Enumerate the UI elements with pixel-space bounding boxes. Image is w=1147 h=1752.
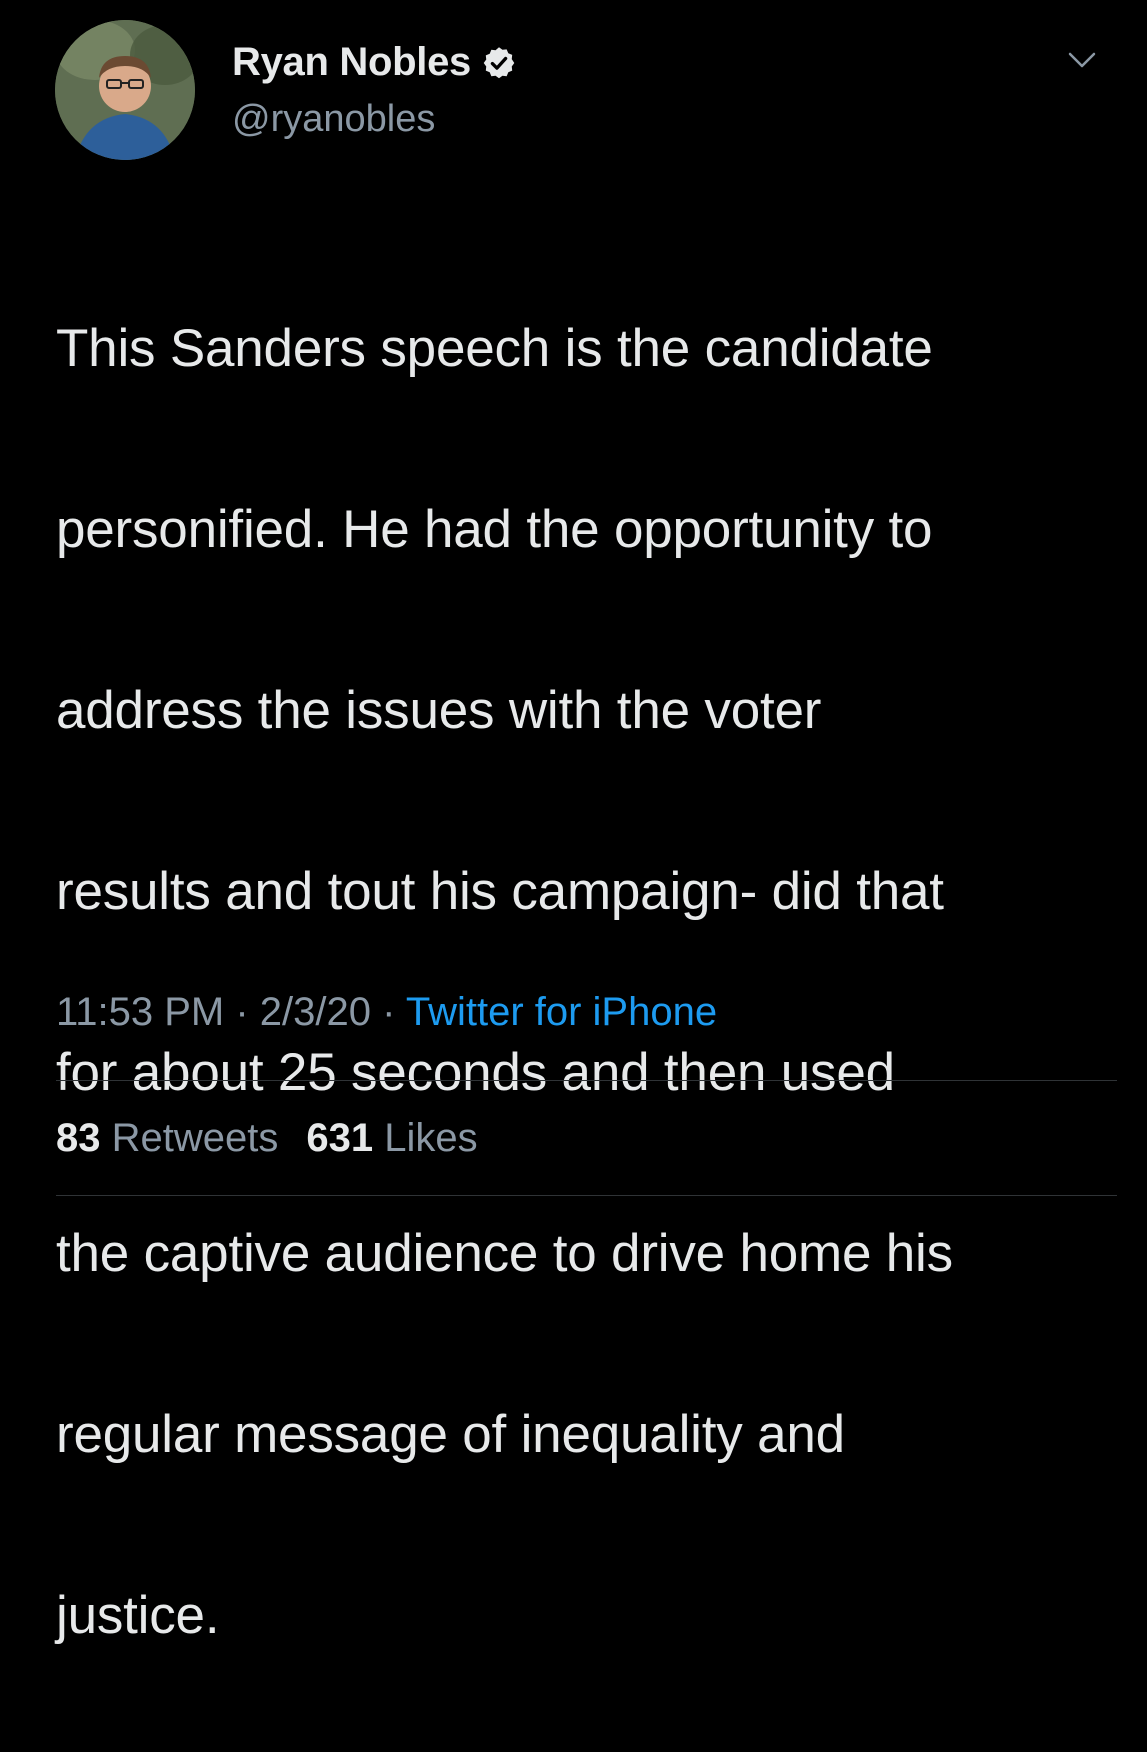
meta-separator: · bbox=[371, 990, 406, 1034]
verified-badge-icon bbox=[481, 45, 517, 81]
user-name-row[interactable]: Ryan Nobles bbox=[232, 40, 517, 85]
likes-count: 631 bbox=[306, 1116, 374, 1160]
chevron-down-icon[interactable] bbox=[1064, 48, 1100, 72]
likes-label: Likes bbox=[373, 1116, 478, 1160]
tweet-line: personified. He had the opportunity to bbox=[56, 499, 933, 559]
avatar[interactable] bbox=[55, 20, 195, 160]
tweet-date[interactable]: 2/3/20 bbox=[260, 990, 371, 1034]
tweet-line: results and tout his campaign- did that bbox=[56, 861, 944, 921]
likes-stat[interactable]: 631 Likes bbox=[306, 1116, 477, 1160]
user-handle[interactable]: @ryanobles bbox=[232, 98, 435, 141]
display-name[interactable]: Ryan Nobles bbox=[232, 40, 471, 85]
retweets-stat[interactable]: 83 Retweets bbox=[56, 1116, 278, 1160]
avatar-image bbox=[55, 20, 195, 160]
divider bbox=[56, 1195, 1117, 1196]
tweet-time[interactable]: 11:53 PM bbox=[56, 990, 224, 1034]
tweet-line: This Sanders speech is the candidate bbox=[56, 318, 933, 378]
tweet-detail: Ryan Nobles @ryanobles This Sanders spee… bbox=[0, 0, 1147, 1645]
meta-separator: · bbox=[224, 990, 260, 1034]
tweet-source-link[interactable]: Twitter for iPhone bbox=[406, 990, 717, 1034]
retweets-label: Retweets bbox=[100, 1116, 279, 1160]
tweet-line: address the issues with the voter bbox=[56, 680, 822, 740]
tweet-text: This Sanders speech is the candidate per… bbox=[56, 213, 1116, 1752]
tweet-line: for about 25 seconds and then used bbox=[56, 1042, 895, 1102]
retweets-count: 83 bbox=[56, 1116, 101, 1160]
tweet-stats: 83 Retweets 631 Likes bbox=[56, 1116, 478, 1161]
tweet-line: justice. bbox=[56, 1585, 220, 1645]
tweet-line: regular message of inequality and bbox=[56, 1404, 845, 1464]
tweet-line: the captive audience to drive home his bbox=[56, 1223, 953, 1283]
tweet-meta: 11:53 PM · 2/3/20 · Twitter for iPhone bbox=[56, 990, 717, 1035]
divider bbox=[56, 1080, 1117, 1081]
